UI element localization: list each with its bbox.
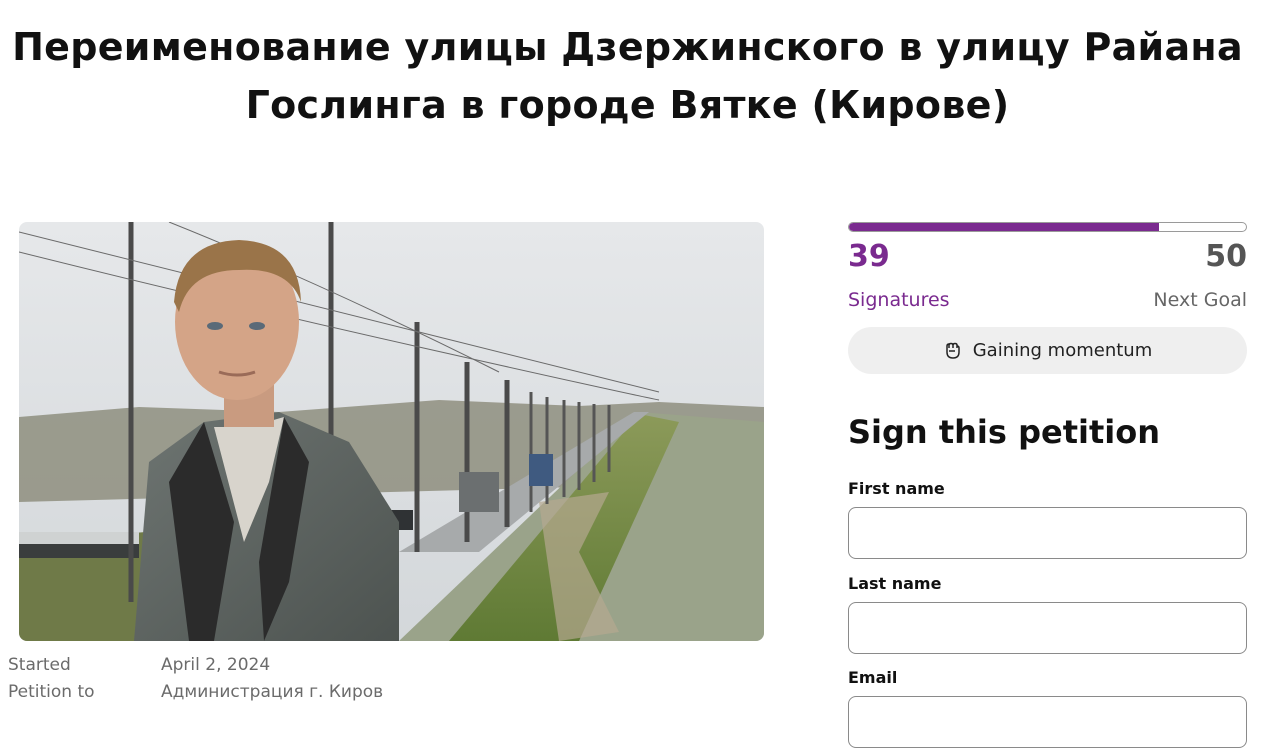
- last-name-field[interactable]: [848, 602, 1247, 654]
- momentum-label: Gaining momentum: [972, 340, 1153, 361]
- next-goal-count: 50: [1205, 239, 1247, 274]
- email-field[interactable]: [848, 696, 1247, 748]
- petition-title: Переименование улицы Дзержинского в улиц…: [12, 25, 1243, 127]
- signature-progress-bar: [848, 222, 1247, 232]
- next-goal-label: Next Goal: [1153, 289, 1247, 311]
- fist-icon: [943, 341, 963, 361]
- signatures-label: Signatures: [848, 289, 950, 311]
- petition-target: Администрация г. Киров: [161, 682, 384, 702]
- started-date: April 2, 2024: [161, 655, 271, 675]
- last-name-label: Last name: [848, 574, 942, 593]
- petition-photo: [19, 222, 764, 641]
- started-label: Started: [8, 655, 71, 675]
- email-label: Email: [848, 668, 898, 687]
- signature-progress-fill: [849, 223, 1159, 231]
- first-name-field[interactable]: [848, 507, 1247, 559]
- petition-to-label: Petition to: [8, 682, 95, 702]
- sign-petition-heading: Sign this petition: [848, 413, 1160, 451]
- petition-meta: Started April 2, 2024 Petition to Админи…: [8, 652, 383, 706]
- first-name-label: First name: [848, 479, 945, 498]
- signature-count: 39: [848, 239, 890, 274]
- momentum-badge: Gaining momentum: [848, 327, 1247, 374]
